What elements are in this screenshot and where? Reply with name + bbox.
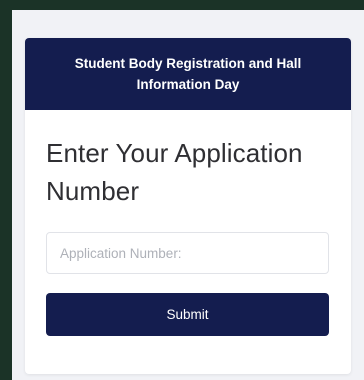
application-number-prompt: Enter Your Application Number [46,138,303,206]
submit-button[interactable]: Submit [46,293,329,336]
registration-card: Student Body Registration and Hall Infor… [25,38,351,374]
page-panel: Student Body Registration and Hall Infor… [12,10,364,380]
application-number-input[interactable] [46,232,329,274]
card-header-title: Student Body Registration and Hall Infor… [74,56,302,92]
card-body: Enter Your Application Number Submit [25,110,351,336]
card-header: Student Body Registration and Hall Infor… [25,38,351,110]
